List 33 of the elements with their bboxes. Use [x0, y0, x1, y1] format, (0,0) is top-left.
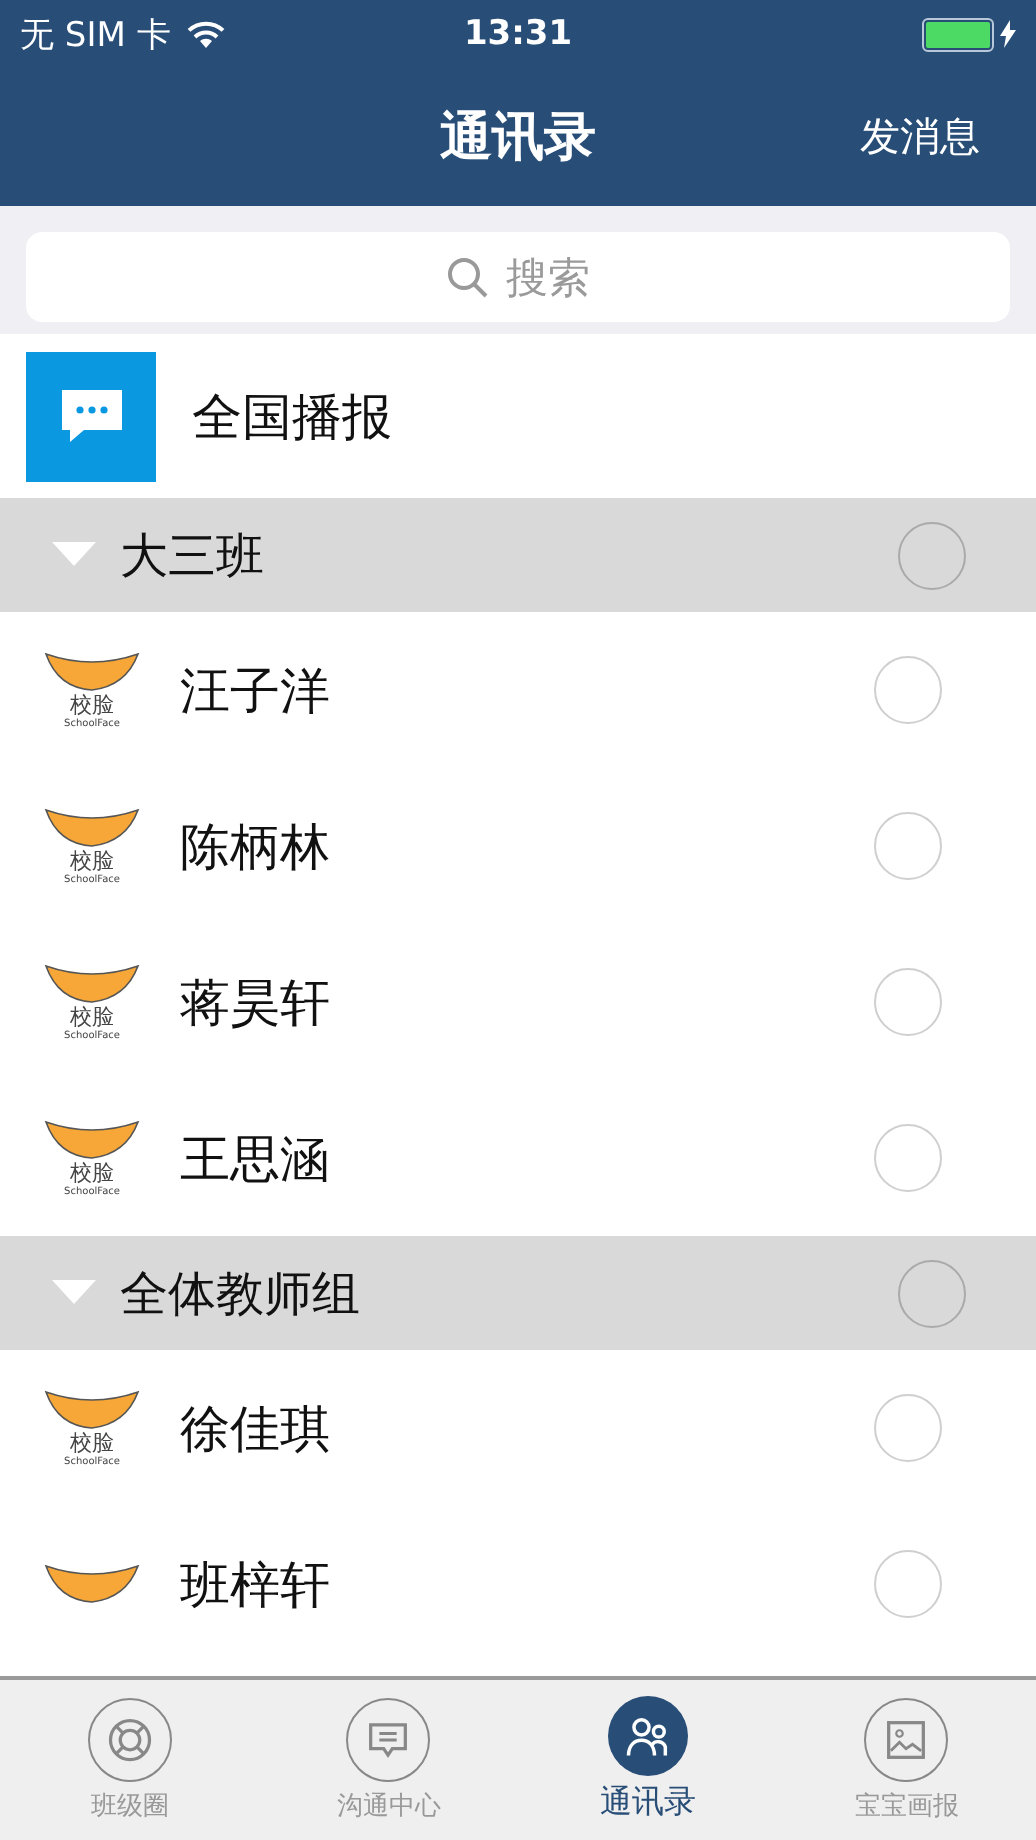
contact-name: 班梓轩 — [180, 1553, 330, 1617]
wifi-icon — [186, 19, 227, 49]
select-circle[interactable] — [874, 812, 942, 880]
image-icon — [864, 1697, 949, 1781]
contact-name: 陈柄林 — [180, 815, 330, 879]
clock-time: 13:31 — [463, 14, 573, 54]
select-circle[interactable] — [874, 1394, 942, 1462]
carrier-text: 无 SIM 卡 — [20, 13, 171, 57]
contact-name: 徐佳琪 — [180, 1397, 330, 1461]
battery-icon — [922, 17, 994, 51]
select-circle[interactable] — [874, 1124, 942, 1192]
contact-name: 蒋昊轩 — [180, 971, 330, 1035]
contact-name: 汪子洋 — [180, 659, 330, 723]
page-title: 通讯录 — [440, 106, 596, 172]
group-name: 大三班 — [120, 525, 264, 587]
lifebuoy-icon — [87, 1697, 172, 1781]
message-icon — [26, 351, 156, 481]
select-circle[interactable] — [898, 1259, 966, 1327]
group-header[interactable]: 大三班 — [0, 498, 1036, 612]
people-icon — [607, 1696, 688, 1776]
school-logo — [40, 1562, 144, 1606]
search-icon — [446, 255, 490, 299]
select-circle[interactable] — [874, 968, 942, 1036]
search-placeholder: 搜索 — [506, 251, 590, 305]
contact-name: 王思涵 — [180, 1127, 330, 1191]
group-header[interactable]: 全体教师组 — [0, 1236, 1036, 1350]
select-circle[interactable] — [874, 656, 942, 724]
select-circle[interactable] — [898, 521, 966, 589]
group-name: 全体教师组 — [120, 1263, 360, 1325]
message-icon — [346, 1697, 431, 1781]
send-message-button[interactable]: 发消息 — [860, 110, 980, 164]
tab-item[interactable]: 通讯录 — [518, 1680, 777, 1840]
select-circle[interactable] — [874, 1550, 942, 1618]
